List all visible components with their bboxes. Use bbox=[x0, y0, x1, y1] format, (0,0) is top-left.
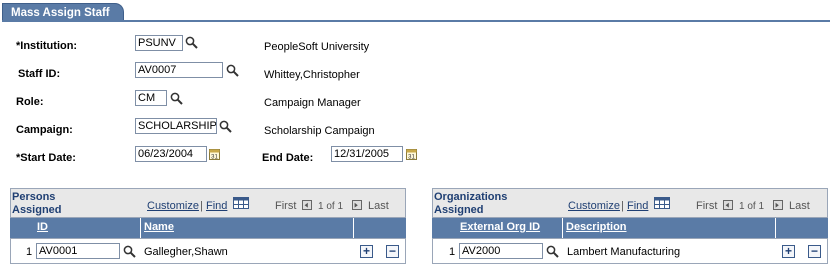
persons-prev-arrow-icon[interactable] bbox=[302, 200, 312, 210]
role-description: Campaign Manager bbox=[264, 97, 361, 109]
persons-grid-title: Persons Assigned bbox=[12, 191, 62, 216]
orgs-row-number: 1 bbox=[449, 246, 456, 258]
start-date-label: *Start Date: bbox=[16, 152, 76, 164]
orgs-description-cell: Lambert Manufacturing bbox=[567, 246, 681, 258]
role-lookup-magnifier-icon[interactable] bbox=[170, 92, 183, 105]
staff-id-lookup-magnifier-icon[interactable] bbox=[226, 64, 239, 77]
persons-row-number: 1 bbox=[26, 246, 33, 258]
institution-lookup-magnifier-icon[interactable] bbox=[185, 36, 198, 49]
orgs-next-arrow-icon[interactable] bbox=[773, 200, 783, 210]
orgs-add-row-plus-icon[interactable]: + bbox=[782, 245, 795, 258]
staff-id-field[interactable]: AV0007 bbox=[135, 62, 223, 78]
orgs-grid-title: Organizations Assigned bbox=[434, 191, 508, 216]
orgs-row-count: 1 of 1 bbox=[739, 201, 765, 212]
persons-add-row-plus-icon[interactable]: + bbox=[360, 245, 373, 258]
persons-id-field[interactable]: AV0001 bbox=[36, 243, 120, 259]
end-date-calendar-icon[interactable]: 31 bbox=[406, 148, 417, 160]
persons-grid-view-icon[interactable] bbox=[233, 197, 249, 209]
orgs-col-description[interactable]: Description bbox=[564, 218, 776, 238]
orgs-id-lookup-magnifier-icon[interactable] bbox=[546, 245, 559, 258]
persons-last-label: Last bbox=[368, 200, 389, 212]
orgs-link-separator: | bbox=[621, 200, 624, 212]
orgs-first-label: First bbox=[696, 200, 718, 212]
orgs-customize-link[interactable]: Customize bbox=[568, 200, 620, 212]
orgs-col-external-org-id[interactable]: External Org ID bbox=[458, 218, 563, 238]
orgs-delete-row-minus-icon[interactable]: − bbox=[808, 245, 821, 258]
campaign-description: Scholarship Campaign bbox=[264, 125, 375, 137]
campaign-lookup-magnifier-icon[interactable] bbox=[219, 120, 232, 133]
end-date-label: End Date: bbox=[262, 152, 314, 164]
persons-id-lookup-magnifier-icon[interactable] bbox=[123, 245, 136, 258]
persons-find-link[interactable]: Find bbox=[206, 200, 227, 212]
end-date-field[interactable]: 12/31/2005 bbox=[331, 146, 403, 162]
persons-link-separator: | bbox=[200, 200, 203, 212]
persons-delete-row-minus-icon[interactable]: − bbox=[386, 245, 399, 258]
persons-name-cell: Gallegher,Shawn bbox=[144, 246, 228, 258]
institution-description: PeopleSoft University bbox=[264, 41, 370, 53]
tab-mass-assign-staff[interactable]: Mass Assign Staff bbox=[2, 3, 124, 21]
orgs-id-field[interactable]: AV2000 bbox=[459, 243, 543, 259]
persons-next-arrow-icon[interactable] bbox=[352, 200, 362, 210]
start-date-field[interactable]: 06/23/2004 bbox=[135, 146, 207, 162]
role-label: Role: bbox=[16, 96, 44, 108]
staff-id-description: Whittey,Christopher bbox=[264, 69, 360, 81]
svg-text:31: 31 bbox=[211, 155, 218, 161]
campaign-label: Campaign: bbox=[16, 124, 73, 136]
orgs-grid-view-icon[interactable] bbox=[654, 197, 670, 209]
persons-col-id[interactable]: ID bbox=[35, 218, 141, 238]
role-field[interactable]: CM bbox=[135, 90, 167, 106]
svg-text:31: 31 bbox=[408, 155, 415, 161]
campaign-field[interactable]: SCHOLARSHIP bbox=[135, 118, 217, 134]
orgs-last-label: Last bbox=[789, 200, 810, 212]
persons-col-name[interactable]: Name bbox=[142, 218, 354, 238]
staff-id-label: Staff ID: bbox=[18, 68, 61, 80]
tab-underline bbox=[2, 20, 830, 22]
institution-field[interactable]: PSUNV bbox=[135, 35, 183, 51]
persons-first-label: First bbox=[275, 200, 297, 212]
institution-label: *Institution: bbox=[16, 40, 78, 52]
orgs-find-link[interactable]: Find bbox=[627, 200, 648, 212]
persons-customize-link[interactable]: Customize bbox=[147, 200, 199, 212]
persons-row-count: 1 of 1 bbox=[318, 201, 344, 212]
start-date-calendar-icon[interactable]: 31 bbox=[209, 148, 220, 160]
orgs-prev-arrow-icon[interactable] bbox=[723, 200, 733, 210]
